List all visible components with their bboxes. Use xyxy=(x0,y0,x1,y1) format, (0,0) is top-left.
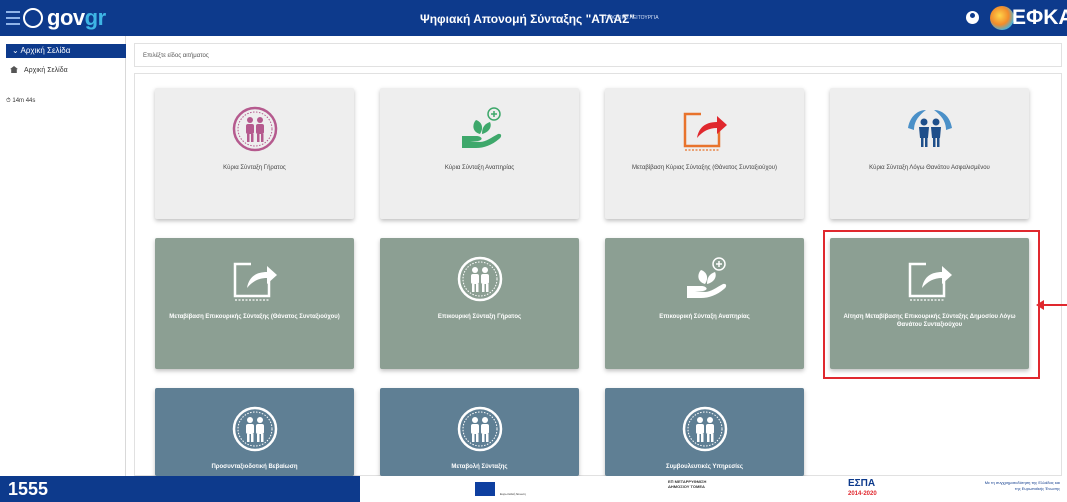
card-label: Κύρια Σύνταξη Αναπηρίας xyxy=(444,165,515,171)
card-pre-retirement-certificate[interactable]: Προσυνταξιοδοτική Βεβαίωση xyxy=(155,388,354,476)
elderly-couple-icon xyxy=(682,406,728,452)
eu-flag-icon xyxy=(475,482,495,496)
transfer-arrow-icon xyxy=(683,110,727,151)
family-protection-icon xyxy=(908,110,952,147)
sidebar-item-home[interactable]: Αρχική Σελίδα xyxy=(10,66,68,74)
card-label: Επικουρική Σύνταξη Αναπηρίας xyxy=(659,314,750,320)
pointer-arrow xyxy=(1043,304,1067,306)
card-label: Μεταβίβαση Επικουρικής Σύνταξης (Θάνατος… xyxy=(169,314,340,320)
card-label: Συμβουλευτικές Υπηρεσίες xyxy=(666,464,743,470)
user-account-icon[interactable] xyxy=(966,11,979,24)
footer: 1555 Ευρωπαϊκή Ένωση ΕΠ ΜΕΤΑΡΡΥΘΜΙΣΗ ΔΗΜ… xyxy=(0,476,1067,502)
selection-highlight-box xyxy=(823,230,1040,379)
card-supplementary-transfer[interactable]: Μεταβίβαση Επικουρικής Σύνταξης (Θάνατος… xyxy=(155,238,354,369)
transfer-arrow-icon xyxy=(233,258,279,302)
eu-label: Ευρωπαϊκή Ένωση xyxy=(500,492,526,496)
elderly-couple-icon xyxy=(232,106,278,152)
sidebar-section-home[interactable]: ⌄ Αρχική Σελίδα xyxy=(6,44,126,58)
funding-logos-strip: Ευρωπαϊκή Ένωση ΕΠ ΜΕΤΑΡΡΥΘΜΙΣΗ ΔΗΜΟΣΙΟΥ… xyxy=(360,476,1067,502)
hand-plant-icon xyxy=(686,257,727,299)
card-advisory-services[interactable]: Συμβουλευτικές Υπηρεσίες xyxy=(605,388,804,476)
elderly-couple-icon xyxy=(457,256,503,302)
program-label: ΕΠ ΜΕΤΑΡΡΥΘΜΙΣΗ ΔΗΜΟΣΙΟΥ ΤΟΜΕΑ xyxy=(668,479,707,489)
menu-icon[interactable] xyxy=(6,11,20,25)
efka-logo-text: ΕΦΚΑ xyxy=(1012,6,1067,29)
card-label: Προσυνταξιοδοτική Βεβαίωση xyxy=(211,464,298,470)
efka-logo-icon xyxy=(990,6,1014,30)
card-supplementary-old-age[interactable]: Επικουρική Σύνταξη Γήρατος xyxy=(380,238,579,369)
card-supplementary-disability[interactable]: Επικουρική Σύνταξη Αναπηρίας xyxy=(605,238,804,369)
sidebar: ⌄ Αρχική Σελίδα Αρχική Σελίδα ⏱ 14m 44s xyxy=(0,36,126,476)
elderly-couple-icon xyxy=(232,406,278,452)
card-label: Μεταβίβαση Κύριας Σύνταξης (Θάνατος Συντ… xyxy=(632,165,777,171)
home-icon xyxy=(10,66,18,73)
app-mode-label: ΠΙΛΟΤΙΚΗ ΛΕΙΤΟΥΡΓΙΑ xyxy=(605,15,659,21)
card-main-pension-old-age[interactable]: Κύρια Σύνταξη Γήρατος xyxy=(155,88,354,219)
session-timer: ⏱ 14m 44s xyxy=(6,98,36,104)
top-bar: govgr Ψηφιακή Απονομή Σύνταξης "ΑΤΛΑΣ" Π… xyxy=(0,0,1067,36)
card-label: Κύρια Σύνταξη Γήρατος xyxy=(223,165,286,171)
request-type-prompt: Επιλέξτε είδος αιτήματος xyxy=(134,43,1062,67)
card-pension-change[interactable]: Μεταβολή Σύνταξης xyxy=(380,388,579,476)
card-label: Κύρια Σύνταξη Λόγω Θανάτου Ασφαλισμένου xyxy=(869,165,990,171)
card-label: Μεταβολή Σύνταξης xyxy=(451,464,508,470)
hand-plant-icon xyxy=(462,107,502,148)
card-main-pension-transfer[interactable]: Μεταβίβαση Κύριας Σύνταξης (Θάνατος Συντ… xyxy=(605,88,804,219)
card-main-pension-disability[interactable]: Κύρια Σύνταξη Αναπηρίας xyxy=(380,88,579,219)
elderly-couple-icon xyxy=(457,406,503,452)
support-phone-number: 1555 xyxy=(8,479,49,499)
espa-years: 2014-2020 xyxy=(848,491,877,497)
card-label: Επικουρική Σύνταξη Γήρατος xyxy=(437,314,522,320)
card-main-pension-death[interactable]: Κύρια Σύνταξη Λόγω Θανάτου Ασφαλισμένου xyxy=(830,88,1029,219)
cofunding-note: Με τη συγχρηματοδότηση της Ελλάδας και τ… xyxy=(984,480,1060,491)
pointer-arrow-icon xyxy=(1036,300,1044,310)
espa-logo: ΕΣΠΑ xyxy=(848,478,876,489)
govgr-emblem-icon xyxy=(23,8,43,28)
govgr-logo[interactable]: govgr xyxy=(47,5,106,31)
app-title: Ψηφιακή Απονομή Σύνταξης "ΑΤΛΑΣ" xyxy=(420,12,635,26)
